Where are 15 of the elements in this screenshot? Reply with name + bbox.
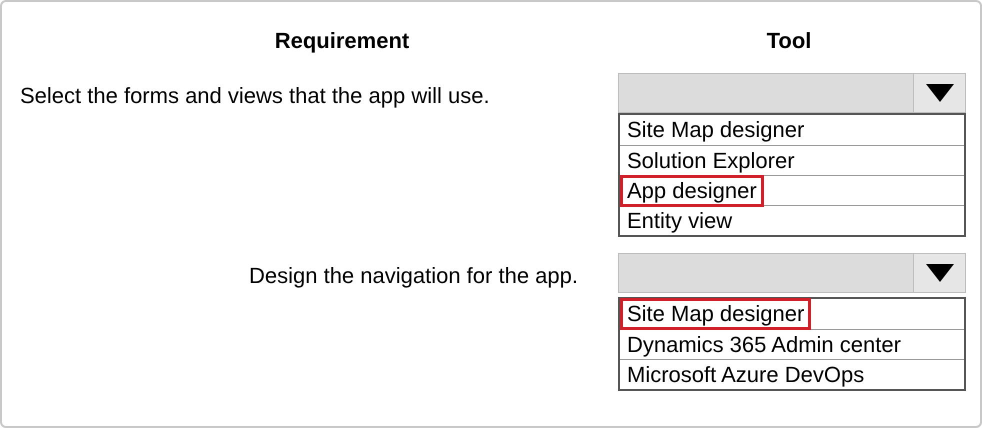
option-item[interactable]: Microsoft Azure DevOps [620, 358, 872, 390]
caret-down-icon [926, 84, 954, 102]
caret-down-icon [926, 264, 954, 282]
option-item[interactable]: Site Map designer [620, 114, 812, 146]
option-item[interactable]: Entity view [620, 204, 740, 236]
column-header: Tool [766, 27, 812, 55]
option-item[interactable]: Dynamics 365 Admin center [620, 328, 908, 360]
option-item[interactable]: Solution Explorer [620, 144, 802, 176]
requirement-text: Select the forms and views that the app will use. [20, 82, 490, 110]
option-item[interactable]: Site Map designer [620, 298, 812, 330]
dropdown-button[interactable] [913, 74, 965, 112]
dropdown-button[interactable] [913, 254, 965, 292]
option-item[interactable]: App designer [620, 174, 764, 206]
column-header: Requirement [274, 27, 410, 55]
requirement-text: Design the navigation for the app. [248, 262, 578, 290]
